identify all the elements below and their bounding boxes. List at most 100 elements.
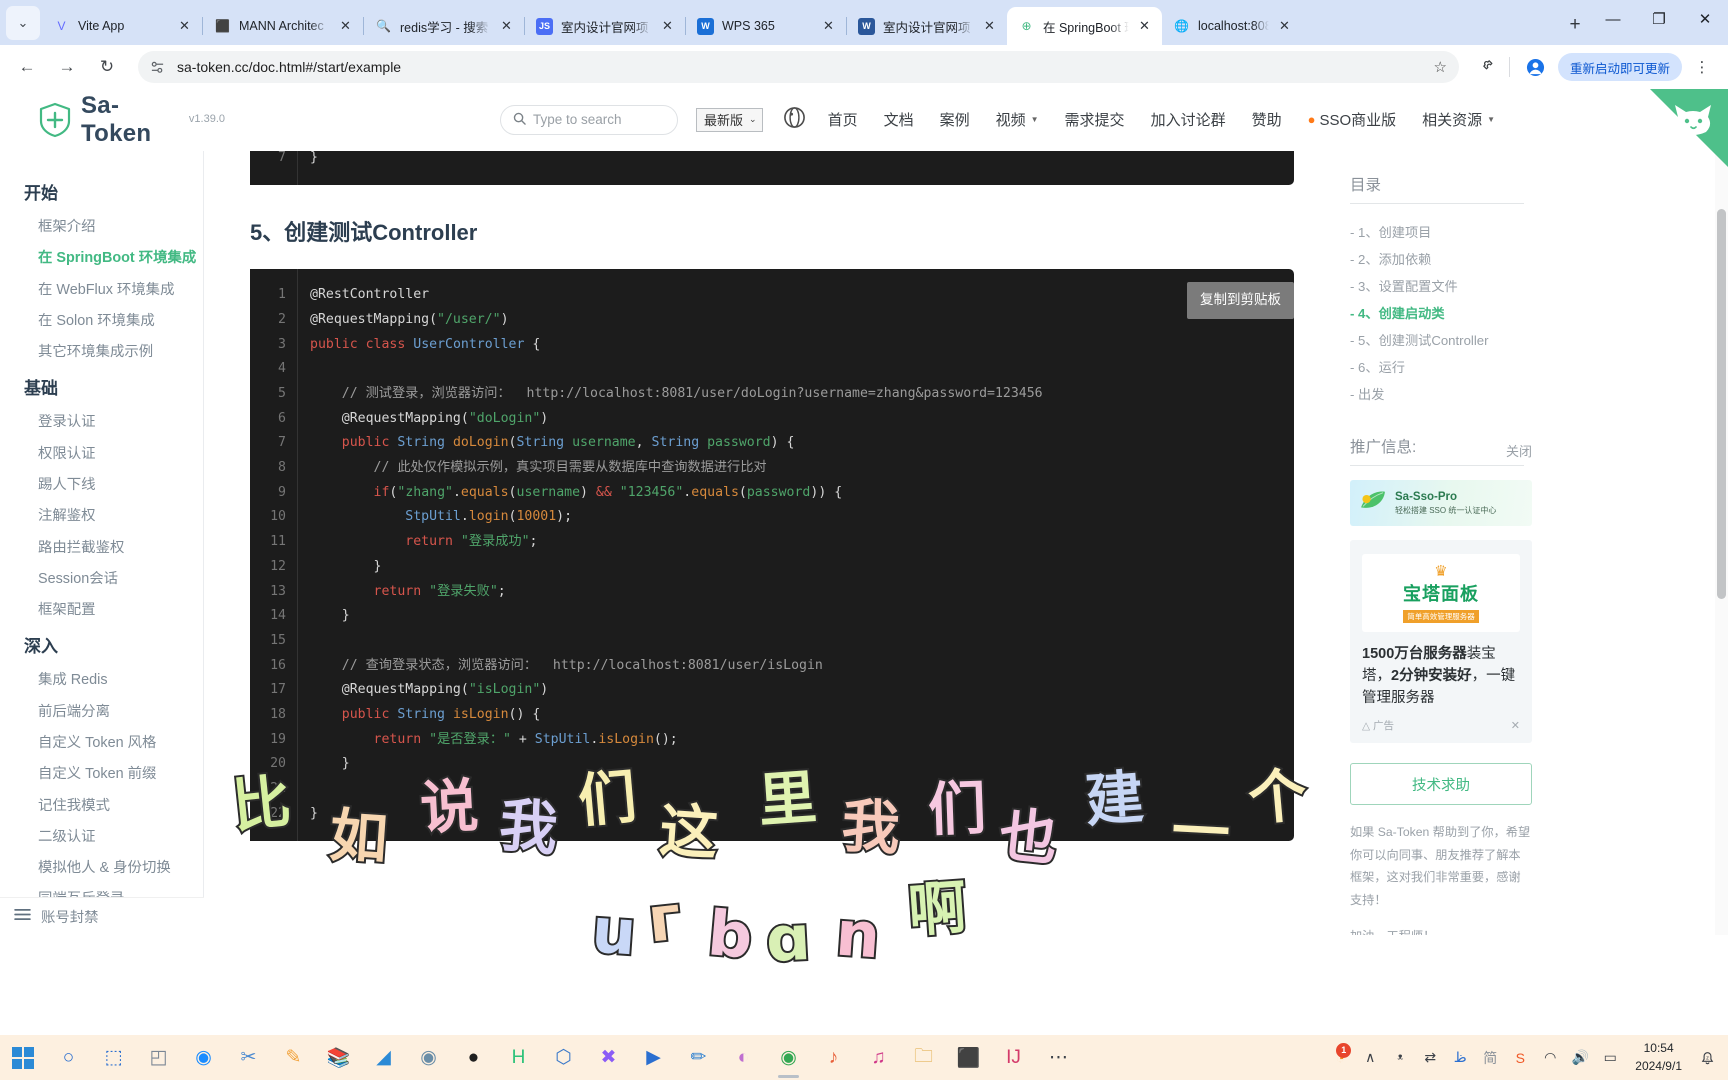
browser-tab[interactable]: V Vite App ✕ [42, 7, 202, 45]
tab-search-button[interactable]: ⌄ [6, 6, 40, 40]
vscode-icon[interactable]: ◢ [361, 1035, 406, 1080]
sidebar-footer[interactable]: 账号封禁 [0, 897, 204, 935]
idea-icon[interactable]: IJ [991, 1035, 1036, 1080]
battery-icon[interactable]: ▭ [1595, 1038, 1625, 1078]
tab-close-icon[interactable]: ✕ [497, 17, 516, 36]
toc-list[interactable]: - 1、创建项目 - 2、添加依赖 - 3、设置配置文件 - 4、创建启动类 - 5、创… [1350, 218, 1702, 407]
sidebar-item[interactable]: 前后端分离 [0, 697, 203, 728]
sidebar-item[interactable]: 在 WebFlux 环境集成 [0, 275, 203, 306]
microphone-icon[interactable]: ظ [1445, 1038, 1475, 1078]
minimize-button[interactable]: — [1590, 0, 1636, 38]
overflow-icon[interactable]: ⋯ [1036, 1035, 1081, 1080]
notification-bell-icon[interactable]: z [1692, 1038, 1722, 1078]
maximize-button[interactable]: ❐ [1636, 0, 1682, 38]
site-nav-link[interactable]: 赞助 [1252, 109, 1282, 130]
address-bar[interactable]: sa-token.cc/doc.html#/start/example ☆ [138, 51, 1459, 83]
toc-item[interactable]: - 4、创建启动类 [1350, 299, 1702, 326]
kuwo-tray-icon[interactable]: ◔ 1 [1325, 1038, 1355, 1078]
sidebar-item[interactable]: 在 Solon 环境集成 [0, 306, 203, 337]
tune-icon[interactable] [150, 60, 165, 75]
site-nav-link[interactable]: ● SSO商业版 [1308, 109, 1397, 130]
cat-icon[interactable] [1672, 103, 1714, 144]
scrollbar-thumb[interactable] [1717, 209, 1726, 599]
browser-tab[interactable]: ⊕ 在 SpringBoot 环 ✕ [1007, 7, 1162, 45]
sidebar-item[interactable]: 模拟他人 & 身份切换 [0, 853, 203, 884]
widgets-icon[interactable]: ◰ [136, 1035, 181, 1080]
tab-close-icon[interactable]: ✕ [1135, 17, 1154, 36]
forward-button[interactable]: → [50, 50, 84, 84]
sogou-icon[interactable]: S [1505, 1038, 1535, 1078]
promo-close-button[interactable]: 关闭 [1506, 441, 1532, 460]
extensions-icon[interactable] [1471, 51, 1503, 83]
volume-icon[interactable]: 🔊 [1565, 1038, 1595, 1078]
sidebar-item[interactable]: 路由拦截鉴权 [0, 533, 203, 564]
reload-button[interactable]: ↻ [90, 50, 124, 84]
kuwo-icon[interactable]: ♪ [811, 1035, 856, 1080]
profile-icon[interactable] [1520, 51, 1552, 83]
tab-close-icon[interactable]: ✕ [658, 17, 677, 36]
pencil-icon[interactable]: ✎ [271, 1035, 316, 1080]
bookmark-star-icon[interactable]: ☆ [1434, 58, 1447, 76]
sidebar-item[interactable]: 记住我模式 [0, 791, 203, 822]
sidebar-item[interactable]: 踢人下线 [0, 470, 203, 501]
page-scrollbar[interactable] [1715, 89, 1728, 935]
terminal-icon[interactable]: ⬛ [946, 1035, 991, 1080]
sidebar-item[interactable]: 自定义 Token 风格 [0, 728, 203, 759]
toc-item[interactable]: - 3、设置配置文件 [1350, 272, 1702, 299]
sliders-icon[interactable]: ⇄ [1415, 1038, 1445, 1078]
media-icon[interactable]: ▶ [631, 1035, 676, 1080]
browser-tab[interactable]: W 室内设计官网项 ✕ [847, 7, 1007, 45]
scissors-icon[interactable]: ✂ [226, 1035, 271, 1080]
site-nav-link[interactable]: 加入讨论群 [1151, 109, 1226, 130]
browser-tab[interactable]: 🌐 localhost:8080/ ✕ [1162, 7, 1302, 45]
music-icon[interactable]: ♫ [856, 1035, 901, 1080]
signal-bars-icon[interactable]: ᵜ [1385, 1038, 1415, 1078]
update-button[interactable]: 重新启动即可更新 [1557, 53, 1682, 81]
sidebar-item[interactable]: 注解鉴权 [0, 501, 203, 532]
sidebar-item[interactable]: 其它环境集成示例 [0, 337, 203, 368]
close-window-button[interactable]: ✕ [1682, 0, 1728, 38]
wifi-icon[interactable]: ◠ [1535, 1038, 1565, 1078]
browser-tab[interactable]: JS 室内设计官网项 ✕ [525, 7, 685, 45]
ad-baota-card[interactable]: ♛ 宝塔面板 简单高效管理服务器 1500万台服务器装宝 塔，2分钟安装好，一键… [1350, 540, 1532, 744]
camera-icon[interactable]: ◉ [406, 1035, 451, 1080]
windows-start-icon[interactable] [0, 1046, 46, 1069]
chevron-up-icon[interactable]: ∧ [1355, 1038, 1385, 1078]
ime-icon[interactable]: 简 [1475, 1038, 1505, 1078]
hbuilder-icon[interactable]: H [496, 1035, 541, 1080]
sidebar-item[interactable]: 框架配置 [0, 595, 203, 626]
browser-tab[interactable]: 🔍 redis学习 - 搜索 ✕ [364, 7, 524, 45]
github-icon[interactable]: ● [451, 1035, 496, 1080]
site-nav-link[interactable]: 相关资源 ▼ [1422, 109, 1495, 130]
toc-item[interactable]: - 2、添加依赖 [1350, 245, 1702, 272]
toc-item[interactable]: - 出发 [1350, 380, 1702, 407]
books-icon[interactable]: 📚 [316, 1035, 361, 1080]
code-block-controller[interactable]: 复制到剪贴板 1 2 3 4 5 6 7 8 9 10 11 12 13 14 15 16 17 18 19 20 21… [250, 269, 1294, 841]
chat-icon[interactable]: ◉ [181, 1035, 226, 1080]
site-nav-link[interactable]: 文档 [884, 109, 914, 130]
sidebar-item[interactable]: 权限认证 [0, 439, 203, 470]
back-button[interactable]: ← [10, 50, 44, 84]
brand-logo-link[interactable]: Sa-Token v1.39.0 [0, 92, 225, 148]
editor-icon[interactable]: ✏ [676, 1035, 721, 1080]
copy-to-clipboard-button[interactable]: 复制到剪贴板 [1187, 282, 1294, 319]
browser-tab[interactable]: W WPS 365 ✕ [686, 7, 846, 45]
sidebar-item[interactable]: 二级认证 [0, 822, 203, 853]
ad-close-button[interactable]: ✕ [1511, 719, 1520, 732]
site-nav-link[interactable]: 需求提交 [1065, 109, 1125, 130]
search-icon[interactable]: ○ [46, 1035, 91, 1080]
vs-icon[interactable]: ✖ [586, 1035, 631, 1080]
sidebar-item[interactable]: 集成 Redis [0, 665, 203, 696]
sidebar-item[interactable]: 登录认证 [0, 407, 203, 438]
search-input[interactable]: Type to search [500, 104, 678, 135]
site-nav-link[interactable]: 首页 [828, 109, 858, 130]
tab-close-icon[interactable]: ✕ [819, 17, 838, 36]
new-tab-button[interactable]: + [1560, 10, 1590, 40]
sidebar-item[interactable]: 框架介绍 [0, 212, 203, 243]
sidebar-item[interactable]: 在 SpringBoot 环境集成 [0, 243, 203, 274]
hamburger-icon[interactable] [14, 908, 31, 926]
toc-item[interactable]: - 1、创建项目 [1350, 218, 1702, 245]
taskbar-clock[interactable]: 10:54 2024/9/1 [1625, 1040, 1692, 1075]
language-switch-button[interactable] [783, 106, 806, 134]
tech-help-button[interactable]: 技术求助 [1350, 763, 1532, 806]
